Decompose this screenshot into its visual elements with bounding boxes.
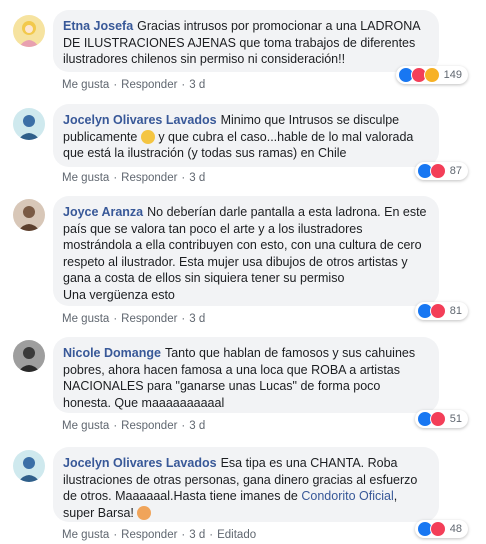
- comment-author[interactable]: Nicole Domange: [63, 346, 161, 360]
- separator: ·: [181, 529, 186, 541]
- comment-text-line: Una vergüenza esto: [63, 287, 175, 302]
- comment-author[interactable]: Joyce Aranza: [63, 205, 143, 219]
- love-icon: [429, 411, 446, 427]
- comment-actions: Me gusta · Responder · 3 d: [62, 172, 205, 184]
- separator: ·: [181, 172, 186, 184]
- avatar[interactable]: [13, 450, 45, 482]
- separator: ·: [113, 313, 118, 325]
- separator: ·: [113, 79, 118, 91]
- love-icon: [429, 303, 446, 319]
- comment-author[interactable]: Jocelyn Olivares Lavados: [63, 113, 217, 127]
- comment-bubble: Etna Josefa Gracias intrusos por promocio…: [53, 10, 439, 72]
- reaction-count: 48: [449, 523, 462, 535]
- love-icon: [429, 163, 446, 179]
- wow-icon: [423, 67, 440, 83]
- comment-author[interactable]: Jocelyn Olivares Lavados: [63, 456, 217, 470]
- reaction-count: 87: [449, 165, 462, 177]
- reaction-summary[interactable]: 81: [414, 302, 468, 320]
- reply-link[interactable]: Responder: [121, 420, 177, 432]
- love-icon: [429, 521, 446, 537]
- avatar[interactable]: [13, 108, 45, 140]
- reaction-count: 149: [443, 69, 462, 81]
- comment-actions: Me gusta · Responder · 3 d · Editado: [62, 529, 256, 541]
- reply-link[interactable]: Responder: [121, 529, 177, 541]
- separator: ·: [113, 529, 118, 541]
- comment-actions: Me gusta · Responder · 3 d: [62, 420, 205, 432]
- like-link[interactable]: Me gusta: [62, 79, 109, 91]
- comment-bubble: Jocelyn Olivares Lavados Minimo que Intru…: [53, 104, 439, 167]
- separator: ·: [181, 79, 186, 91]
- like-link[interactable]: Me gusta: [62, 529, 109, 541]
- reaction-count: 51: [449, 413, 462, 425]
- reaction-count: 81: [449, 305, 462, 317]
- timestamp[interactable]: 3 d: [189, 172, 205, 184]
- timestamp[interactable]: 3 d: [189, 420, 205, 432]
- separator: ·: [181, 313, 186, 325]
- separator: ·: [209, 529, 214, 541]
- separator: ·: [113, 420, 118, 432]
- comment-author[interactable]: Etna Josefa: [63, 19, 133, 33]
- comment-bubble: Joyce Aranza No deberían darle pantalla a…: [53, 196, 439, 306]
- reaction-summary[interactable]: 51: [414, 410, 468, 428]
- timestamp[interactable]: 3 d: [189, 313, 205, 325]
- reaction-summary[interactable]: 149: [395, 66, 468, 84]
- separator: ·: [113, 172, 118, 184]
- page-mention-link[interactable]: Condorito Oficial: [301, 489, 393, 503]
- avatar[interactable]: [13, 15, 45, 47]
- comment-actions: Me gusta · Responder · 3 d: [62, 313, 205, 325]
- like-link[interactable]: Me gusta: [62, 172, 109, 184]
- reaction-summary[interactable]: 87: [414, 162, 468, 180]
- reply-link[interactable]: Responder: [121, 172, 177, 184]
- avatar[interactable]: [13, 199, 45, 231]
- confused-face-icon: [140, 129, 155, 144]
- avatar[interactable]: [13, 340, 45, 372]
- reply-link[interactable]: Responder: [121, 313, 177, 325]
- like-link[interactable]: Me gusta: [62, 420, 109, 432]
- separator: ·: [181, 420, 186, 432]
- like-link[interactable]: Me gusta: [62, 313, 109, 325]
- reaction-summary[interactable]: 48: [414, 520, 468, 538]
- reply-link[interactable]: Responder: [121, 79, 177, 91]
- comment-bubble: Jocelyn Olivares Lavados Esa tipa es una …: [53, 447, 439, 522]
- timestamp[interactable]: 3 d: [189, 529, 205, 541]
- woman-gesturing-icon: [137, 505, 152, 520]
- timestamp[interactable]: 3 d: [189, 79, 205, 91]
- comment-actions: Me gusta · Responder · 3 d: [62, 79, 205, 91]
- edited-label[interactable]: Editado: [217, 529, 256, 541]
- comment-bubble: Nicole Domange Tanto que hablan de famoso…: [53, 337, 439, 413]
